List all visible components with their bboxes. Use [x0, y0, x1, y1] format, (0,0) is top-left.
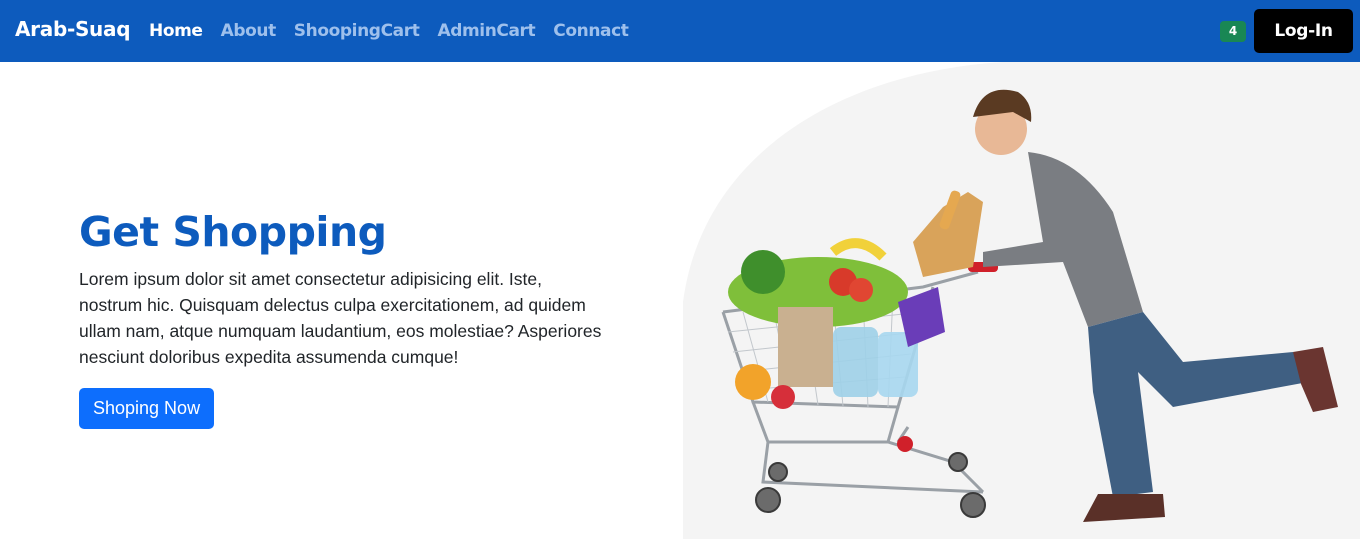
nav-link-home[interactable]: Home: [149, 21, 203, 41]
nav-link-about[interactable]: About: [221, 21, 277, 41]
nav-link-shooping-cart[interactable]: ShoopingCart: [294, 21, 420, 41]
login-button[interactable]: Log-In: [1254, 9, 1353, 53]
brand-logo[interactable]: Arab-Suaq: [15, 17, 131, 41]
shop-now-button[interactable]: Shoping Now: [79, 388, 215, 429]
shopper-with-cart-illustration: [683, 62, 1360, 539]
nav-link-admin-cart[interactable]: AdminCart: [437, 21, 535, 41]
hero-title: Get Shopping: [79, 208, 387, 256]
cart-count-badge[interactable]: 4: [1220, 21, 1246, 42]
top-navbar: Arab-Suaq Home About ShoopingCart AdminC…: [0, 0, 1360, 62]
hero-section: Get Shopping Lorem ipsum dolor sit amet …: [79, 208, 619, 429]
nav-link-connact[interactable]: Connact: [553, 21, 629, 41]
hero-description: Lorem ipsum dolor sit amet consectetur a…: [79, 269, 602, 367]
hero-shopping-image: [683, 62, 1360, 539]
nav-links: Home About ShoopingCart AdminCart Connac…: [149, 21, 647, 41]
